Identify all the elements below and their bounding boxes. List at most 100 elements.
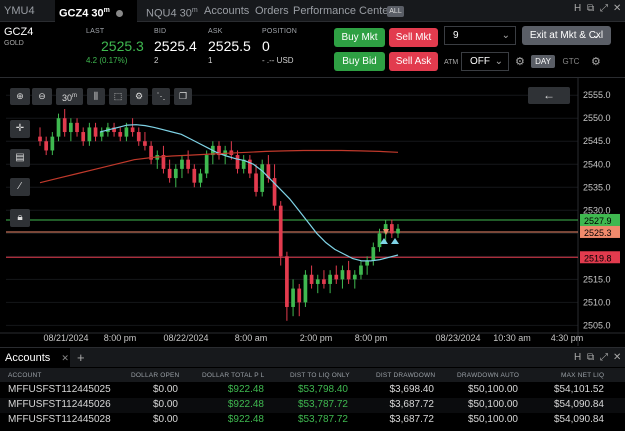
dock-icon[interactable]: ⧉ [587, 3, 594, 14]
accounts-panel-header: Accounts ✕ + H ⧉ ⤢ ✕ [0, 347, 625, 368]
candle-body [38, 136, 42, 142]
atm-select[interactable]: OFF ⌄ [461, 52, 509, 71]
col-account[interactable]: ACCOUNT [8, 372, 42, 379]
candle-body [365, 260, 369, 266]
candle-body [186, 159, 190, 169]
table-cell: $54,090.84 [553, 399, 604, 410]
tab-symbol: GCZ4 [59, 7, 89, 20]
quote-panel: GCZ4 GOLD LAST 2525.3 4.2 (0.17%) BID 25… [0, 22, 625, 78]
tab-performance-center[interactable]: Performance Center [293, 0, 392, 22]
x-tick-label: 8:00 pm [355, 333, 388, 343]
day-toggle[interactable]: DAY [531, 55, 555, 68]
line-draw-icon[interactable]: ∕ [10, 178, 30, 196]
buy-mkt-button[interactable]: Buy Mkt [334, 28, 385, 47]
interval-value: 30 [61, 93, 72, 103]
candle-body [315, 279, 320, 284]
col-drawdown-auto[interactable]: DRAWDOWN AUTO [457, 372, 519, 379]
tab-accounts[interactable]: Accounts [204, 0, 249, 22]
quantity-input[interactable]: 9 ⌄ [444, 26, 516, 45]
tab-ymu4[interactable]: YMU4 15m [4, 0, 52, 42]
candle-body [124, 127, 129, 137]
buy-bid-button[interactable]: Buy Bid [334, 52, 385, 71]
price-chart[interactable]: 2555.0 2550.0 2545.0 2540.0 2535.0 2530.0 2525… [0, 78, 625, 346]
candle-body [254, 173, 258, 192]
table-cell: $53,787.72 [297, 414, 348, 425]
bid-price: 2525.4 [154, 38, 197, 54]
h-icon[interactable]: H [574, 3, 581, 14]
dock-icon[interactable]: ⧉ [587, 352, 594, 363]
col-dist-to-liq[interactable]: DIST TO LIQ ONLY [290, 372, 350, 379]
zoom-out-icon[interactable]: ⊖ [32, 88, 52, 105]
interval-unit: m [72, 93, 77, 99]
candle-body [93, 127, 98, 137]
candle-body [285, 256, 289, 307]
quote-symbol: GCZ4 [4, 26, 34, 38]
add-panel-icon[interactable]: + [77, 350, 85, 365]
x-tick-label: 8:00 pm [104, 333, 137, 343]
all-badge[interactable]: ALL [387, 6, 404, 17]
y-tick-label: 2505.0 [583, 320, 611, 330]
chevron-down-icon[interactable]: ⌄ [495, 53, 503, 70]
gtc-toggle[interactable]: GTC [559, 55, 583, 68]
table-cell: $50,100.00 [467, 384, 518, 395]
x-tick-label: 8:00 am [235, 333, 268, 343]
templates-icon[interactable]: ❐ [174, 88, 192, 105]
close-icon[interactable]: ✕ [613, 3, 621, 14]
candle-body [62, 118, 67, 133]
tab-nqu4[interactable]: NQU4 30m [146, 0, 198, 22]
notes-icon[interactable]: ▤ [10, 149, 30, 167]
candle-body [340, 270, 345, 280]
sell-ask-button[interactable]: Sell Ask [389, 52, 438, 71]
atm-value: OFF [470, 56, 490, 67]
candle-body [56, 118, 61, 137]
crosshair-icon[interactable]: ✛ [10, 120, 30, 138]
position-pnl: - .-- USD [262, 56, 294, 65]
close-icon[interactable]: ✕ [613, 352, 621, 363]
tab-interval: 30 [179, 7, 192, 20]
candle-body [260, 164, 265, 192]
undock-icon[interactable]: ⤢ [600, 352, 608, 363]
y-tick-label: 2540.0 [583, 159, 611, 169]
chart-settings-icon[interactable]: ⚙ [130, 88, 148, 105]
col-dollar-open[interactable]: DOLLAR OPEN [131, 372, 179, 379]
select-area-icon[interactable]: ⬚ [109, 88, 127, 105]
col-max-net-liq[interactable]: MAX NET LIQ [561, 372, 604, 379]
price-label-text: 2527.9 [584, 216, 612, 226]
price-label-text: 2525.3 [584, 228, 612, 238]
candle-body [130, 127, 135, 133]
ask-price: 2525.5 [208, 38, 251, 54]
chart-canvas[interactable]: 2555.0 2550.0 2545.0 2540.0 2535.0 2530.0 2525… [0, 78, 625, 346]
candle-body [173, 168, 178, 179]
atm-gear-icon[interactable]: ⚙ [515, 55, 525, 68]
candle-body [75, 122, 79, 133]
candle-body [309, 274, 314, 284]
col-dollar-total-pl[interactable]: DOLLAR TOTAL P L [202, 372, 264, 379]
tab-orders[interactable]: Orders [255, 0, 289, 22]
candle-body [371, 247, 376, 261]
candle-body [303, 274, 308, 303]
last-change: 4.2 (0.17%) [86, 56, 128, 65]
tab-interval-unit: m [103, 7, 110, 14]
close-panel-icon[interactable]: ✕ [61, 353, 69, 363]
h-icon[interactable]: H [574, 352, 581, 363]
candle-body [87, 127, 92, 142]
scroll-to-latest-icon[interactable]: ← [528, 87, 570, 104]
table-cell: MFFUSFST112445028 [8, 414, 111, 425]
zoom-in-icon[interactable]: ⊕ [10, 88, 30, 105]
table-cell: $3,687.72 [389, 414, 435, 425]
exit-chevron-icon[interactable]: ⌄ [592, 30, 600, 41]
interval-button[interactable]: 30m [56, 88, 83, 105]
lock-icon[interactable]: 🔒︎ [10, 209, 30, 227]
tab-gcz4[interactable]: GCZ4 30m ✕ [55, 0, 137, 42]
settings-gear-icon[interactable]: ⚙ [591, 55, 601, 68]
undock-icon[interactable]: ⤢ [600, 3, 608, 14]
col-dist-drawdown[interactable]: DIST DRAWDOWN [376, 372, 435, 379]
sell-mkt-button[interactable]: Sell Mkt [389, 28, 438, 47]
accounts-panel-tab[interactable]: Accounts ✕ [0, 348, 70, 368]
tab-symbol: YMU4 [4, 5, 35, 17]
candle-type-icon[interactable]: ⫼ [87, 88, 105, 105]
candle-body [143, 141, 147, 146]
indicators-icon[interactable]: ⋱ [152, 88, 170, 105]
candle-body [81, 132, 86, 142]
chevron-down-icon[interactable]: ⌄ [502, 27, 510, 44]
